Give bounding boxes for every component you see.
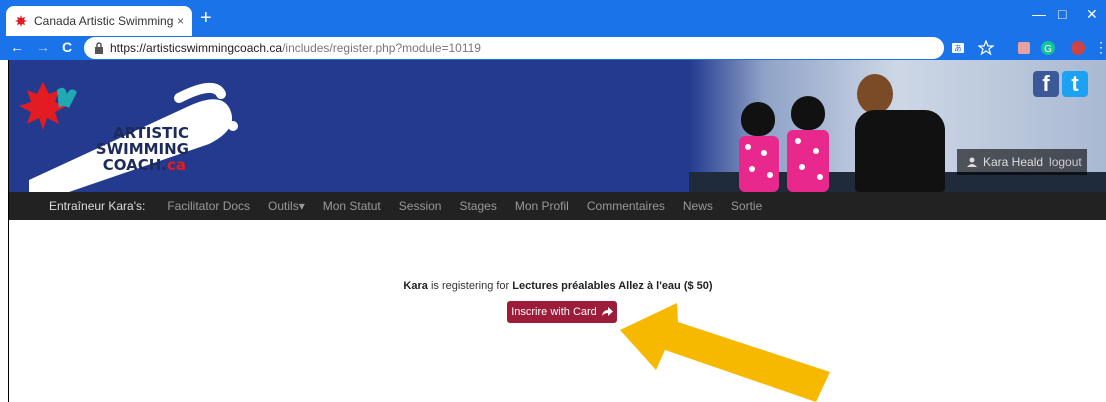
annotation-arrow [620,303,830,402]
